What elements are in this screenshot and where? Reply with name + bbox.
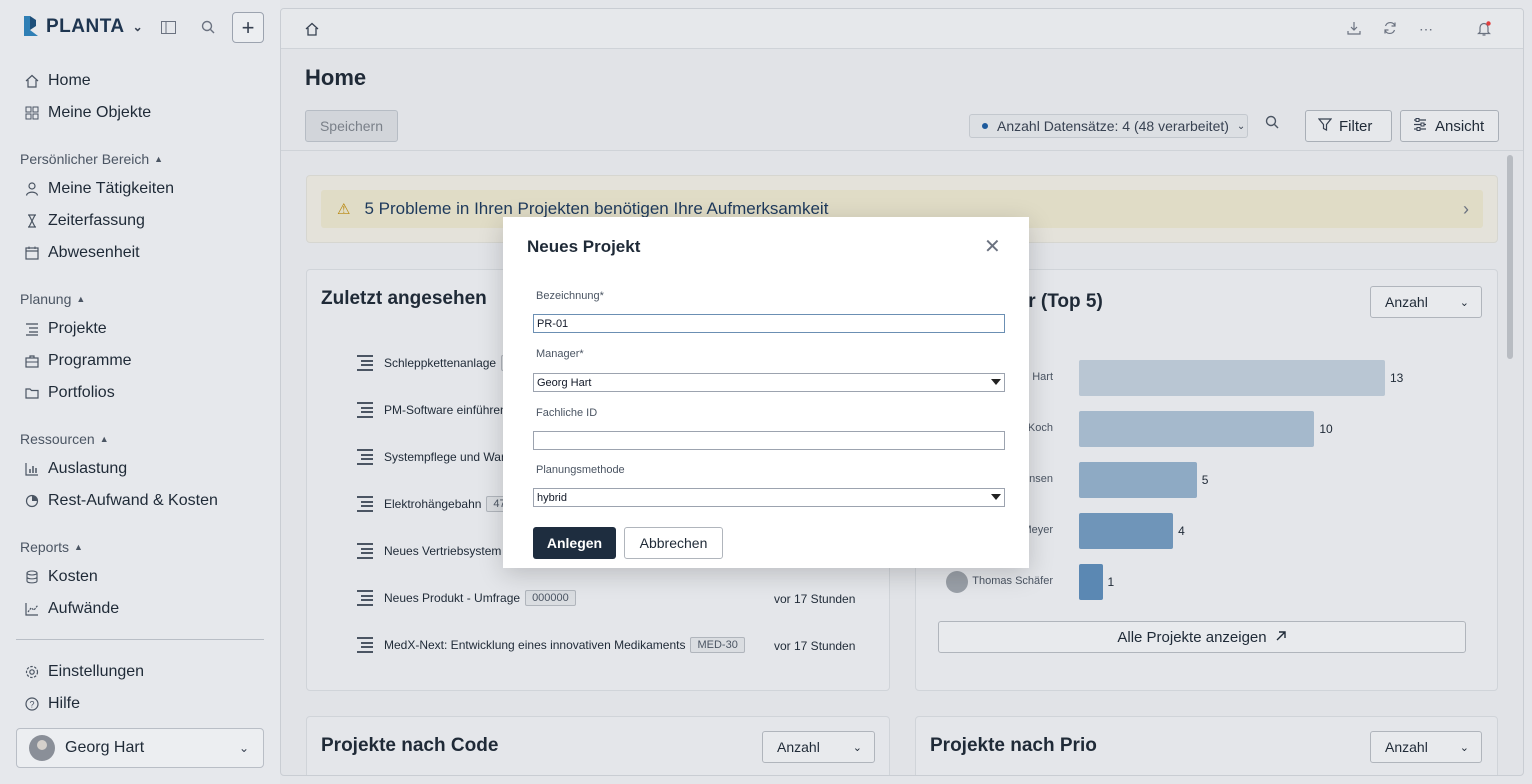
field-label: Fachliche ID	[536, 407, 598, 419]
create-button[interactable]: Anlegen	[533, 527, 616, 559]
new-project-dialog: Neues Projekt ✕ Bezeichnung* PR-01 Manag…	[503, 217, 1029, 568]
planning-method-value: hybrid	[537, 491, 567, 504]
dropdown-arrow-icon	[991, 379, 1001, 385]
close-icon[interactable]: ✕	[984, 237, 1001, 257]
manager-value: Georg Hart	[537, 376, 592, 389]
name-value: PR-01	[537, 317, 569, 330]
business-id-input[interactable]	[533, 431, 1005, 450]
planning-method-select[interactable]: hybrid	[533, 488, 1005, 507]
cancel-button[interactable]: Abbrechen	[624, 527, 723, 559]
dropdown-arrow-icon	[991, 494, 1001, 500]
manager-select[interactable]: Georg Hart	[533, 373, 1005, 392]
dialog-title: Neues Projekt	[527, 237, 641, 256]
name-input[interactable]: PR-01	[533, 314, 1005, 333]
field-label: Bezeichnung*	[536, 290, 604, 302]
field-label: Planungsmethode	[536, 464, 625, 476]
field-label: Manager*	[536, 348, 584, 360]
